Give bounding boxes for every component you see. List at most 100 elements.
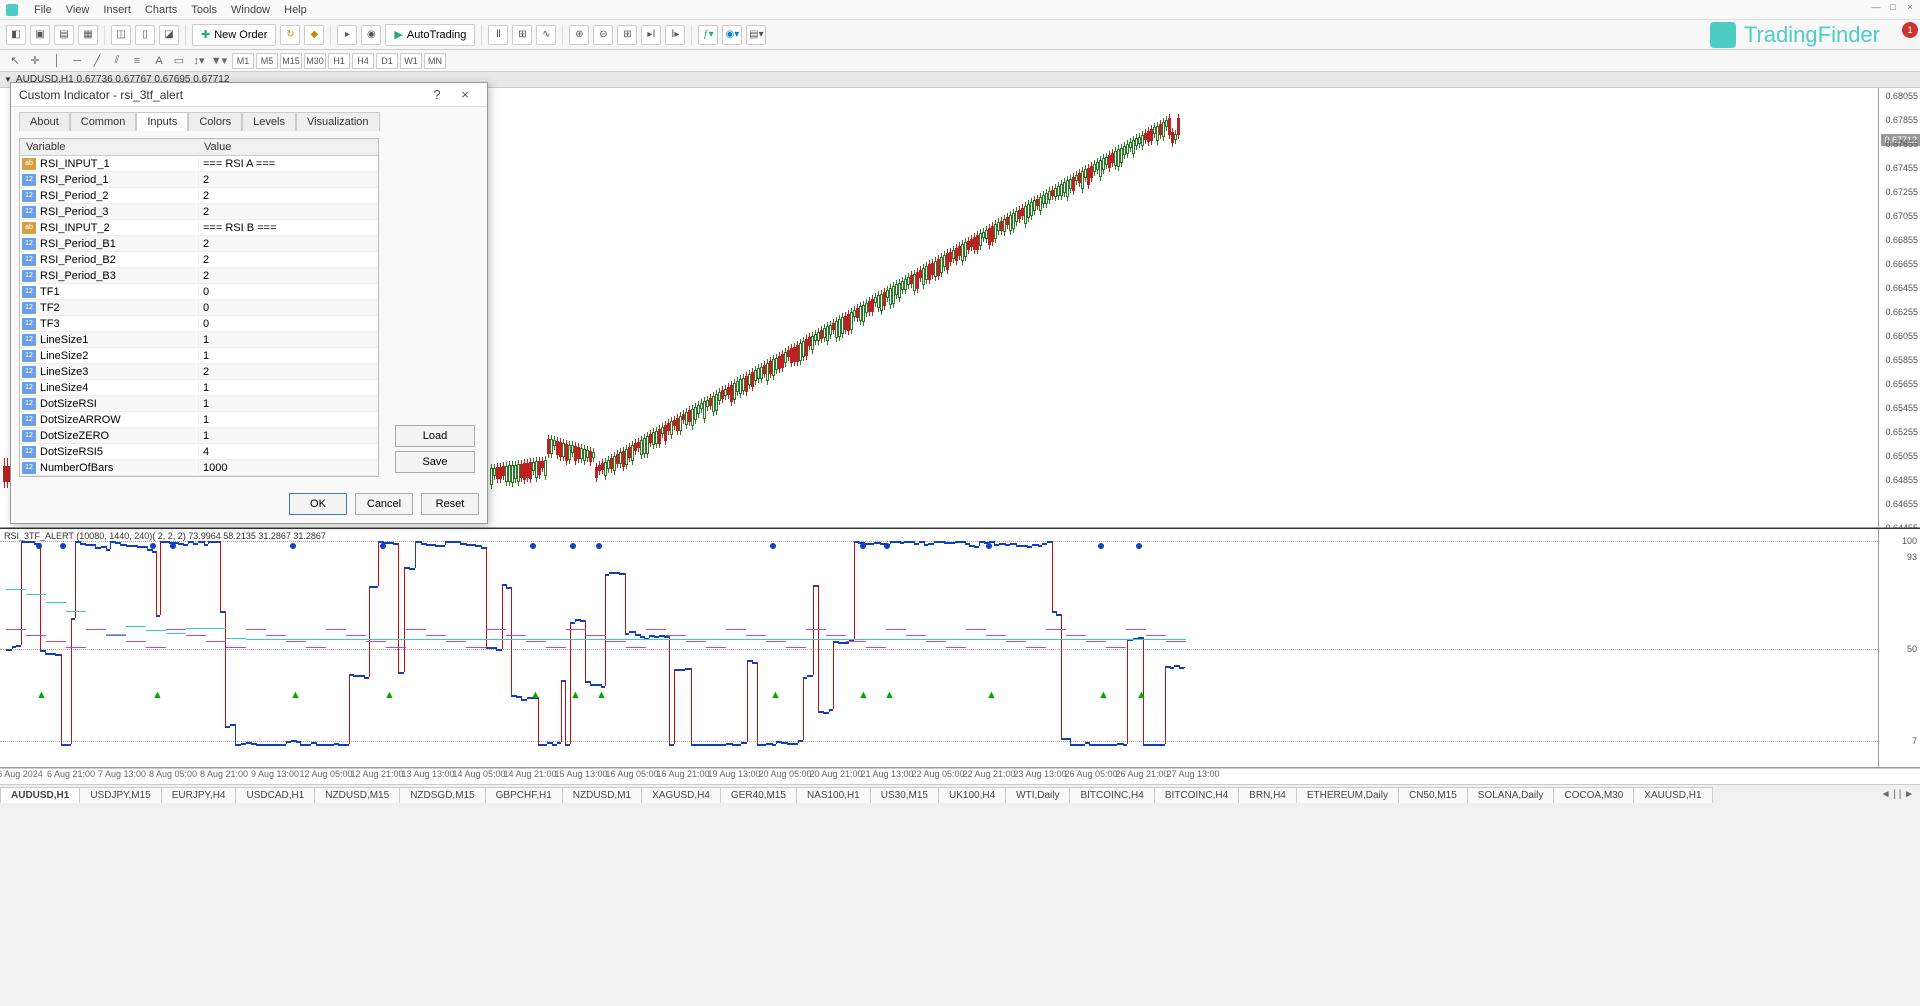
dialog-help-icon[interactable]: ?: [423, 87, 451, 102]
chart-tab[interactable]: AUDUSD,H1: [0, 787, 80, 803]
param-row[interactable]: 12LineSize21: [20, 348, 378, 364]
tf-m1[interactable]: M1: [232, 53, 254, 69]
save-button[interactable]: Save: [395, 451, 475, 473]
tf-mn[interactable]: MN: [424, 53, 446, 69]
tb-profiles-icon[interactable]: ▦: [78, 25, 98, 45]
maximize-icon[interactable]: □: [1885, 2, 1901, 16]
tb-candle-icon[interactable]: ⊞: [512, 25, 532, 45]
ok-button[interactable]: OK: [289, 493, 347, 515]
param-row[interactable]: 12DotSizeRSI54: [20, 444, 378, 460]
tb-template-icon[interactable]: ▤▾: [746, 25, 766, 45]
tb-signals-icon[interactable]: ◉: [361, 25, 381, 45]
tb-autoscroll-icon[interactable]: ⊞: [617, 25, 637, 45]
tb-indicator-icon[interactable]: ƒ▾: [698, 25, 718, 45]
param-row[interactable]: 12LineSize41: [20, 380, 378, 396]
param-row[interactable]: 12TF20: [20, 300, 378, 316]
tb-bar-icon[interactable]: Ⅱ: [488, 25, 508, 45]
menu-help[interactable]: Help: [284, 4, 307, 16]
hline-icon[interactable]: ─: [68, 53, 86, 69]
chart-tab[interactable]: USDJPY,M15: [79, 787, 161, 803]
param-row[interactable]: 12LineSize11: [20, 332, 378, 348]
chart-tab[interactable]: NZDUSD,M1: [562, 787, 642, 803]
dialog-tab-about[interactable]: About: [19, 112, 70, 131]
menu-window[interactable]: Window: [231, 4, 270, 16]
menu-charts[interactable]: Charts: [145, 4, 177, 16]
autotrading-button[interactable]: ▶AutoTrading: [385, 24, 475, 46]
tf-w1[interactable]: W1: [400, 53, 422, 69]
param-row[interactable]: 12DotSizeRSI1: [20, 396, 378, 412]
tb-folder-icon[interactable]: ▣: [30, 25, 50, 45]
tb-market-icon[interactable]: ▯: [135, 25, 155, 45]
fibo-icon[interactable]: ≡: [128, 53, 146, 69]
tb-meta-icon[interactable]: ◆: [304, 25, 324, 45]
chart-tab[interactable]: ETHEREUM,Daily: [1296, 787, 1399, 803]
params-table[interactable]: Variable Value abRSI_INPUT_1=== RSI A ==…: [19, 138, 379, 477]
tf-m30[interactable]: M30: [304, 53, 326, 69]
tb-shift2-icon[interactable]: Ⅰ▸: [665, 25, 685, 45]
chart-tab[interactable]: UK100,H4: [938, 787, 1006, 803]
dialog-tab-common[interactable]: Common: [70, 112, 137, 131]
tb-new-chart-icon[interactable]: ◧: [6, 25, 26, 45]
chart-tab[interactable]: US30,M15: [870, 787, 939, 803]
chart-tab[interactable]: GER40,M15: [720, 787, 797, 803]
close-icon[interactable]: ×: [1902, 2, 1918, 16]
tb-refresh-icon[interactable]: ↻: [280, 25, 300, 45]
tf-m15[interactable]: M15: [280, 53, 302, 69]
indicator-panel[interactable]: RSI_3TF_ALERT (10080, 1440, 240)( 2, 2, …: [0, 528, 1920, 768]
param-row[interactable]: 12RSI_Period_22: [20, 188, 378, 204]
tf-d1[interactable]: D1: [376, 53, 398, 69]
tb-line-icon[interactable]: ∿: [536, 25, 556, 45]
tb-shift-icon[interactable]: ▸Ⅰ: [641, 25, 661, 45]
minimize-icon[interactable]: —: [1868, 2, 1884, 16]
chart-tab[interactable]: GBPCHF,H1: [485, 787, 563, 803]
tb-save-icon[interactable]: ▤: [54, 25, 74, 45]
dialog-tab-levels[interactable]: Levels: [242, 112, 296, 131]
text-icon[interactable]: A: [150, 53, 168, 69]
param-row[interactable]: abRSI_INPUT_2=== RSI B ===: [20, 220, 378, 236]
tb-nav-icon[interactable]: ◫: [111, 25, 131, 45]
chart-tab[interactable]: NAS100,H1: [796, 787, 871, 803]
param-row[interactable]: 12RSI_Period_B22: [20, 252, 378, 268]
chart-tab[interactable]: BRN,H4: [1238, 787, 1297, 803]
tf-h1[interactable]: H1: [328, 53, 350, 69]
tf-m5[interactable]: M5: [256, 53, 278, 69]
param-row[interactable]: 12DotSizeARROW1: [20, 412, 378, 428]
cursor-icon[interactable]: ↖: [6, 53, 24, 69]
chart-tab[interactable]: NZDUSD,M15: [314, 787, 400, 803]
load-button[interactable]: Load: [395, 425, 475, 447]
tb-data-icon[interactable]: ◪: [159, 25, 179, 45]
menu-insert[interactable]: Insert: [103, 4, 131, 16]
menu-tools[interactable]: Tools: [191, 4, 217, 16]
param-row[interactable]: 12TF10: [20, 284, 378, 300]
param-row[interactable]: 12RSI_Period_B32: [20, 268, 378, 284]
tb-period-icon[interactable]: ◉▾: [722, 25, 742, 45]
param-row[interactable]: 12RSI_Period_B12: [20, 236, 378, 252]
label-icon[interactable]: ▭: [170, 53, 188, 69]
trendline-icon[interactable]: ╱: [88, 53, 106, 69]
shape-icon[interactable]: ▼▾: [210, 53, 228, 69]
chart-tab[interactable]: BITCOINC,H4: [1069, 787, 1154, 803]
dialog-tab-colors[interactable]: Colors: [188, 112, 242, 131]
dialog-titlebar[interactable]: Custom Indicator - rsi_3tf_alert ? ×: [11, 83, 487, 107]
chart-tab[interactable]: USDCAD,H1: [235, 787, 315, 803]
menu-view[interactable]: View: [66, 4, 90, 16]
chart-tab[interactable]: WTI,Daily: [1005, 787, 1070, 803]
tb-zoom-out-icon[interactable]: ⊖: [593, 25, 613, 45]
param-row[interactable]: 12RSI_Period_32: [20, 204, 378, 220]
notification-badge[interactable]: 1: [1902, 22, 1918, 38]
chart-tab[interactable]: CN50,M15: [1398, 787, 1468, 803]
chart-tab[interactable]: EURJPY,H4: [161, 787, 237, 803]
crosshair-icon[interactable]: ✛: [26, 53, 44, 69]
param-row[interactable]: 12RSI_Period_12: [20, 172, 378, 188]
new-order-button[interactable]: ✚New Order: [192, 24, 276, 46]
chart-tab[interactable]: BITCOINC,H4: [1154, 787, 1239, 803]
param-row[interactable]: 12DotSizeZERO1: [20, 428, 378, 444]
tf-h4[interactable]: H4: [352, 53, 374, 69]
tb-expert-icon[interactable]: ▸: [337, 25, 357, 45]
dialog-tab-visualization[interactable]: Visualization: [296, 112, 380, 131]
arrow-icon[interactable]: ↕▾: [190, 53, 208, 69]
dialog-close-icon[interactable]: ×: [451, 87, 479, 102]
vline-icon[interactable]: │: [48, 53, 66, 69]
dialog-tab-inputs[interactable]: Inputs: [136, 112, 188, 131]
tab-scroll[interactable]: ◄ | | ►: [1875, 789, 1920, 800]
